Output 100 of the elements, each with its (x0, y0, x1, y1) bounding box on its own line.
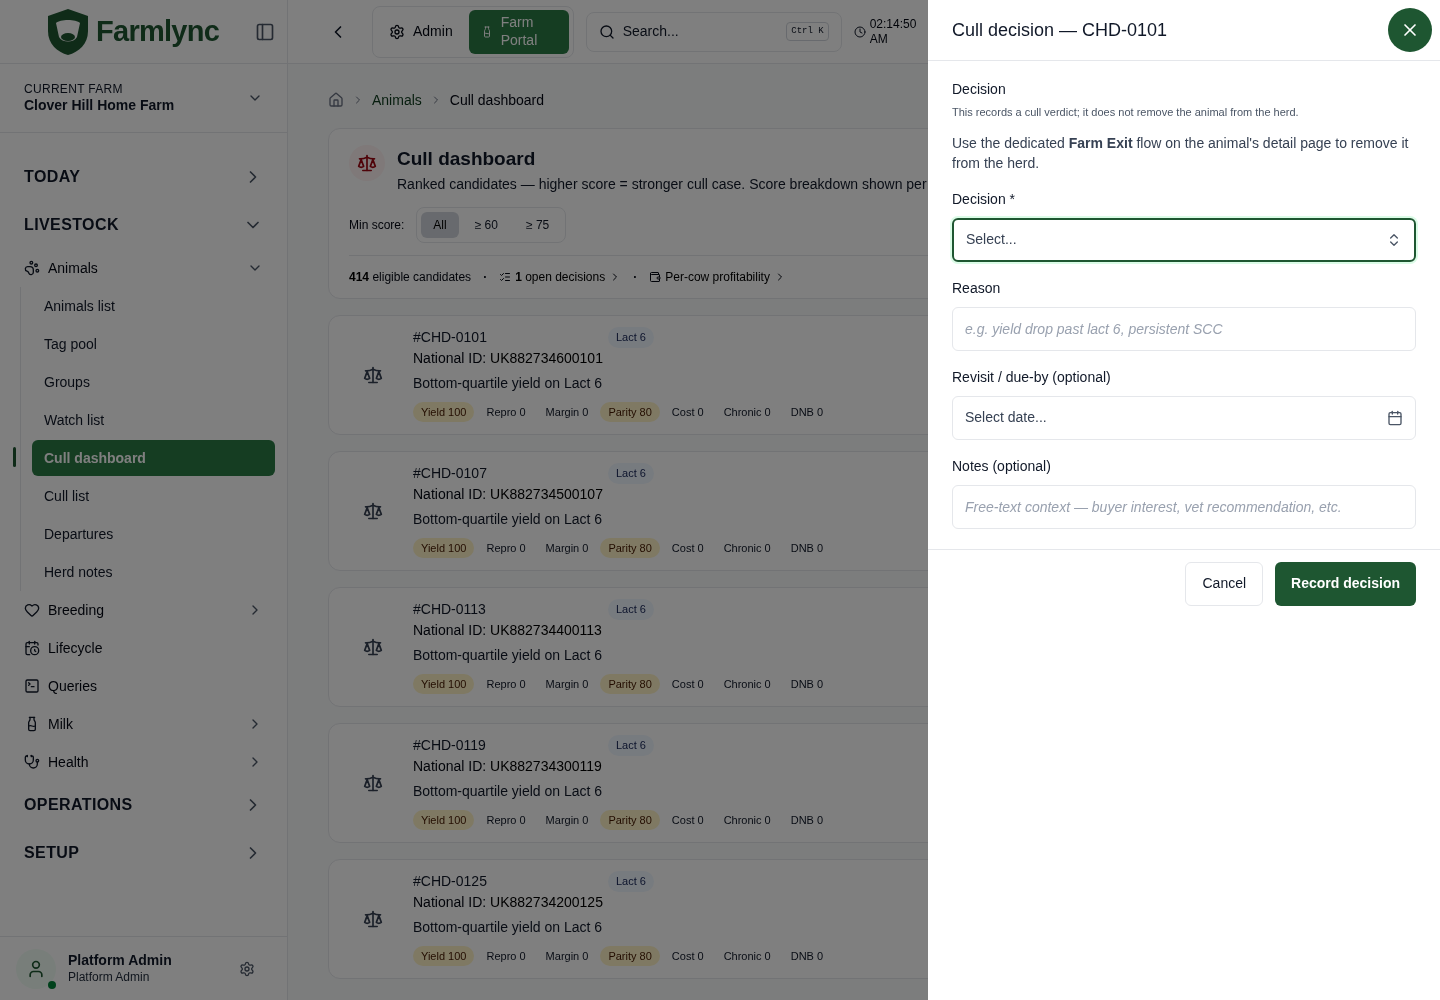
search-field[interactable]: Search... Ctrl K (585, 11, 842, 52)
nav-subitem[interactable]: Animals list (32, 288, 275, 324)
lactation-badge: Lact 6 (608, 599, 654, 620)
active-indicator (13, 447, 16, 467)
heart-icon (24, 602, 40, 618)
help-text: Use the dedicated Farm Exit flow on the animal's detail page to remove it from the herd. (952, 133, 1410, 173)
animal-tag: #CHD-0119 (413, 734, 608, 756)
lactation-badge: Lact 6 (608, 735, 654, 756)
section-title: Decision (952, 80, 1007, 99)
input-field[interactable]: e.g. yield drop past lact 6, persistent SCC (952, 306, 1416, 351)
home-icon[interactable] (328, 92, 344, 108)
date-picker[interactable]: Select date... (952, 395, 1416, 440)
nav-section[interactable]: LIVESTOCK (0, 201, 287, 249)
portal-tab[interactable]: Farm Portal (468, 9, 569, 54)
nav-item-label: Animals (48, 258, 99, 278)
animal-tag: #CHD-0113 (413, 598, 608, 620)
national-id: National ID: UK882734600101 (413, 348, 604, 368)
national-id: National ID: UK882734200125 (413, 892, 604, 912)
portal-tab[interactable]: Admin (377, 9, 465, 54)
lactation-badge: Lact 6 (608, 327, 654, 348)
score-chip: Yield 100 (413, 945, 475, 967)
lactation-badge: Lact 6 (608, 871, 654, 892)
checklist-icon (499, 270, 512, 283)
cancel-button[interactable]: Cancel (1185, 561, 1264, 606)
nav-item[interactable]: Lifecycle (0, 629, 287, 667)
close-button[interactable] (1388, 8, 1432, 52)
section-note: This records a cull verdict; it does not remove the animal from the herd. (952, 105, 1300, 120)
farm-selector[interactable]: CURRENT FARM Clover Hill Home Farm (0, 64, 287, 133)
paw-icon (24, 260, 40, 276)
scale-icon (363, 908, 383, 929)
shortcut-key: Ctrl K (786, 21, 829, 42)
nav-subitem[interactable]: Watch list (32, 402, 275, 438)
nav-subitem[interactable]: Cull list (32, 478, 275, 514)
cull-reason: Bottom-quartile yield on Lact 6 (413, 373, 604, 393)
farm-selector-label: CURRENT FARM (24, 81, 124, 97)
national-id: National ID: UK882734300119 (413, 756, 603, 776)
field-label: Notes (optional) (952, 456, 1052, 476)
record-decision-button[interactable]: Record decision (1275, 561, 1416, 606)
nav-item[interactable]: Breeding (0, 591, 287, 629)
nav-section[interactable]: OPERATIONS (0, 781, 287, 829)
farm-name: Clover Hill Home Farm (24, 96, 175, 115)
decision-select[interactable]: Select... (952, 217, 1416, 262)
candidate-count: 414 eligible candidates (349, 268, 472, 286)
app-logo-text: Farmlync (96, 13, 220, 49)
nav-subitem[interactable]: Groups (32, 364, 275, 400)
animal-tag: #CHD-0107 (413, 462, 608, 484)
profitability-link[interactable]: Per-cow profitability (665, 267, 770, 286)
breadcrumb-item: Cull dashboard (449, 90, 544, 110)
nav-item[interactable]: Animals (0, 249, 287, 287)
national-id: National ID: UK882734400113 (413, 620, 603, 640)
nav-item[interactable]: Health (0, 743, 287, 781)
lactation-badge: Lact 6 (608, 463, 654, 484)
nav-section[interactable]: SETUP (0, 829, 287, 877)
nav-item-label: Queries (48, 676, 99, 696)
search-icon (598, 23, 615, 40)
scale-icon (357, 153, 377, 173)
cull-reason: Bottom-quartile yield on Lact 6 (413, 509, 604, 529)
page-title: Cull dashboard (397, 147, 537, 171)
score-chip: Parity 80 (600, 673, 660, 695)
terminal-icon (24, 678, 40, 694)
user-avatar[interactable] (16, 948, 56, 989)
clock-time: 02:14:50 AM (869, 16, 918, 47)
cull-reason: Bottom-quartile yield on Lact 6 (413, 917, 604, 937)
nav-item-label: Health (48, 752, 90, 772)
user-name: Platform Admin (68, 952, 173, 970)
collapse-sidebar-icon[interactable] (255, 21, 275, 42)
wallet-icon (649, 270, 662, 283)
drawer-title: Cull decision — CHD-0101 (952, 18, 1168, 42)
nav-subitem[interactable]: Tag pool (32, 326, 275, 362)
national-id: National ID: UK882734500107 (413, 484, 604, 504)
field-label: Reason (952, 278, 1002, 298)
user-icon (26, 958, 46, 979)
nav-item-label: Milk (48, 714, 74, 734)
calendar-icon (1387, 409, 1403, 426)
settings-icon[interactable] (239, 960, 255, 977)
page-subtitle: Ranked candidates — higher score = stronger cull case. Score breakdown shown per (397, 174, 927, 194)
nav-subitem[interactable]: Departures (32, 516, 275, 552)
score-filter-option[interactable]: All (421, 211, 459, 238)
cull-reason: Bottom-quartile yield on Lact 6 (413, 645, 604, 665)
scale-icon (363, 772, 383, 793)
calendar-clock-icon (24, 640, 40, 656)
stethoscope-icon (24, 754, 40, 770)
animal-tag: #CHD-0101 (413, 326, 608, 348)
score-chip: Yield 100 (413, 809, 475, 831)
scale-icon (363, 636, 383, 657)
breadcrumb-item[interactable]: Animals (372, 89, 422, 111)
scale-icon (363, 364, 383, 385)
nav-item[interactable]: Queries (0, 667, 287, 705)
nav-subitem[interactable]: Herd notes (32, 554, 275, 590)
nav-item-label: Lifecycle (48, 638, 104, 658)
nav-item[interactable]: Milk (0, 705, 287, 743)
nav-section[interactable]: TODAY (0, 153, 287, 201)
score-chip: Yield 100 (413, 673, 475, 695)
input-field[interactable]: Free-text context — buyer interest, vet recommendation, etc. (952, 484, 1416, 529)
nav-subitem[interactable]: Cull dashboard (32, 440, 275, 476)
cull-reason: Bottom-quartile yield on Lact 6 (413, 781, 604, 801)
open-decisions-link[interactable]: 1 open decisions (515, 267, 606, 286)
scale-icon (363, 500, 383, 521)
field-label: Revisit / due-by (optional) (952, 367, 1112, 387)
score-chip: Yield 100 (413, 401, 475, 423)
